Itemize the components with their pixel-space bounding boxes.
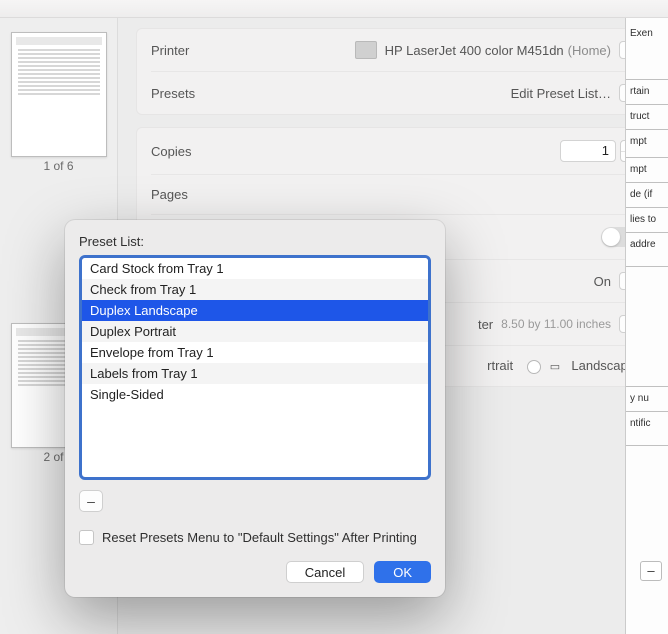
preset-item[interactable]: Duplex Portrait bbox=[82, 321, 428, 342]
preset-item[interactable]: Single-Sided bbox=[82, 384, 428, 405]
modal-title: Preset List: bbox=[79, 234, 431, 249]
preset-list-modal: Preset List: Card Stock from Tray 1Check… bbox=[65, 220, 445, 597]
reset-presets-label: Reset Presets Menu to "Default Settings"… bbox=[102, 530, 417, 545]
checkbox-icon[interactable] bbox=[79, 530, 94, 545]
preset-item[interactable]: Card Stock from Tray 1 bbox=[82, 258, 428, 279]
reset-presets-checkbox-row[interactable]: Reset Presets Menu to "Default Settings"… bbox=[79, 530, 431, 545]
preset-list[interactable]: Card Stock from Tray 1Check from Tray 1D… bbox=[79, 255, 431, 480]
cancel-button[interactable]: Cancel bbox=[286, 561, 364, 583]
ok-button[interactable]: OK bbox=[374, 561, 431, 583]
preset-item[interactable]: Labels from Tray 1 bbox=[82, 363, 428, 384]
preset-item[interactable]: Check from Tray 1 bbox=[82, 279, 428, 300]
preset-item[interactable]: Duplex Landscape bbox=[82, 300, 428, 321]
remove-preset-button[interactable]: – bbox=[79, 490, 103, 512]
preset-item[interactable]: Envelope from Tray 1 bbox=[82, 342, 428, 363]
